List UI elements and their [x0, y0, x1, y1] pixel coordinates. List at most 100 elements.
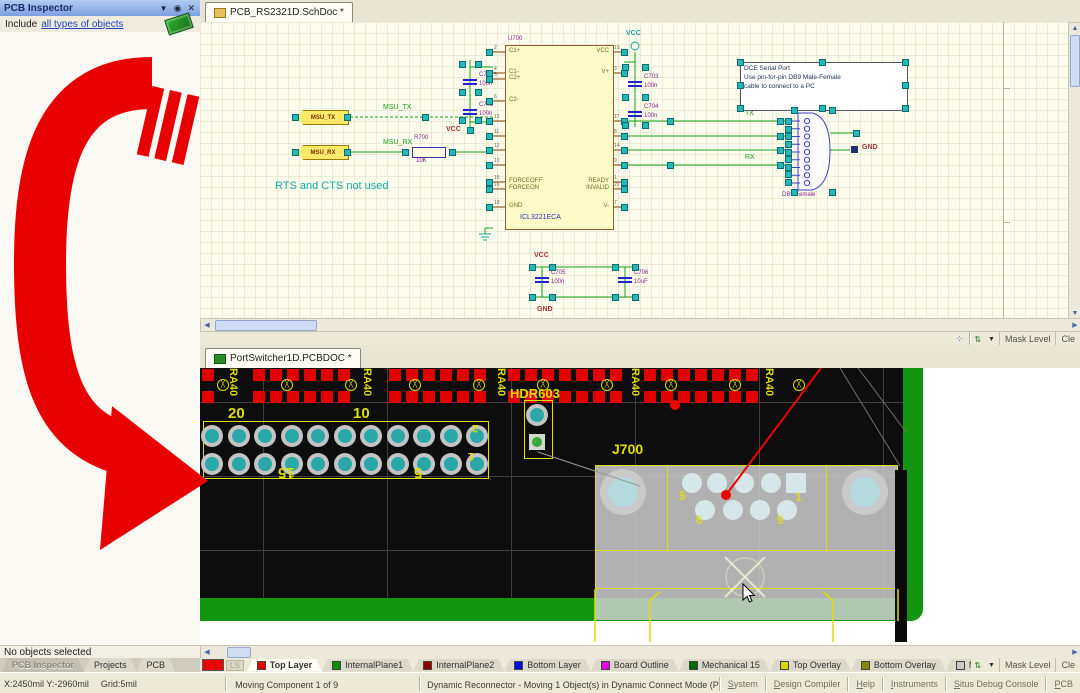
- smd-pad[interactable]: [576, 369, 588, 381]
- dropdown-icon-pcb[interactable]: ▼: [984, 662, 999, 669]
- dropdown-icon[interactable]: ▼: [984, 336, 999, 343]
- layer-tab-top-layer[interactable]: Top Layer: [247, 659, 322, 672]
- pcb-canvas[interactable]: RA40RA40RA40RA40RA40╳╳╳╳╳╳╳╳╳╳201015521H…: [200, 368, 1080, 645]
- layer-tab-multi-layer[interactable]: Multi-Layer: [946, 659, 971, 672]
- db9-pad[interactable]: [723, 500, 743, 520]
- smd-pad[interactable]: [457, 391, 469, 403]
- panel-header[interactable]: PCB Inspector ▼ ◉ ✕: [0, 0, 200, 16]
- selection-handle[interactable]: [902, 82, 909, 89]
- selection-handle[interactable]: [475, 61, 482, 68]
- smd-pad[interactable]: [678, 391, 690, 403]
- selection-handle[interactable]: [632, 264, 639, 271]
- selection-handle[interactable]: [549, 294, 556, 301]
- selection-handle[interactable]: [475, 89, 482, 96]
- selection-handle[interactable]: [791, 107, 798, 114]
- selection-handle[interactable]: [486, 76, 493, 83]
- selection-handle[interactable]: [777, 147, 784, 154]
- panel-menu-situs-debug-console[interactable]: Situs Debug Console: [947, 679, 1046, 689]
- smd-pad[interactable]: [746, 369, 758, 381]
- selection-handle[interactable]: [737, 59, 744, 66]
- smd-pad[interactable]: [712, 391, 724, 403]
- smd-pad[interactable]: [695, 391, 707, 403]
- smd-pad[interactable]: [576, 391, 588, 403]
- smd-pad[interactable]: [457, 369, 469, 381]
- mask-level-button-pcb[interactable]: Mask Level: [999, 658, 1056, 672]
- selection-handle[interactable]: [529, 264, 536, 271]
- smd-pad[interactable]: [644, 369, 656, 381]
- selection-handle[interactable]: [621, 49, 628, 56]
- tab-projects[interactable]: Projects: [84, 658, 137, 672]
- smd-pad[interactable]: [423, 369, 435, 381]
- filter-icon[interactable]: ⇅: [971, 335, 984, 344]
- mask-level-button-sch[interactable]: Mask Level: [999, 332, 1056, 346]
- selection-handle[interactable]: [785, 164, 792, 171]
- layer-tab-bottom-layer[interactable]: Bottom Layer: [504, 659, 591, 672]
- schematic-vscrollbar[interactable]: ▲▼: [1068, 22, 1080, 320]
- selection-handle[interactable]: [785, 171, 792, 178]
- smd-pad[interactable]: [270, 369, 282, 381]
- smd-pad[interactable]: [678, 369, 690, 381]
- smd-pad[interactable]: [508, 369, 520, 381]
- include-types-link[interactable]: all types of objects: [41, 19, 166, 30]
- layer-tab-top-overlay[interactable]: Top Overlay: [770, 659, 851, 672]
- smd-pad[interactable]: [474, 391, 486, 403]
- schematic-doc-tab[interactable]: PCB_RS2321D.SchDoc *: [205, 2, 353, 22]
- selection-handle[interactable]: [737, 105, 744, 112]
- smd-pad[interactable]: [610, 369, 622, 381]
- smd-pad[interactable]: [389, 369, 401, 381]
- selection-handle[interactable]: [642, 122, 649, 129]
- panel-menu-pcb[interactable]: PCB: [1047, 679, 1080, 689]
- selection-handle[interactable]: [612, 294, 619, 301]
- selection-handle[interactable]: [621, 162, 628, 169]
- selection-handle[interactable]: [829, 107, 836, 114]
- selection-handle[interactable]: [819, 59, 826, 66]
- selection-handle[interactable]: [621, 70, 628, 77]
- selection-handle[interactable]: [622, 94, 629, 101]
- panel-menu-help[interactable]: Help: [849, 679, 882, 689]
- selection-handle[interactable]: [486, 147, 493, 154]
- selection-handle[interactable]: [777, 162, 784, 169]
- layer-tab-board-outline[interactable]: Board Outline: [591, 659, 679, 672]
- capacitor-c702[interactable]: [463, 109, 477, 111]
- selection-handle[interactable]: [486, 162, 493, 169]
- tab-pcb-inspector[interactable]: PCB Inspector: [2, 658, 84, 672]
- selection-handle[interactable]: [459, 89, 466, 96]
- selection-handle[interactable]: [344, 114, 351, 121]
- current-layer-swatch[interactable]: [202, 659, 224, 671]
- smd-pad[interactable]: [440, 369, 452, 381]
- selection-handle[interactable]: [632, 294, 639, 301]
- selection-handle[interactable]: [486, 49, 493, 56]
- selection-handle[interactable]: [621, 186, 628, 193]
- selection-handle[interactable]: [642, 64, 649, 71]
- smd-pad[interactable]: [729, 391, 741, 403]
- smd-pad[interactable]: [202, 391, 214, 403]
- layer-tab-mechanical-15[interactable]: Mechanical 15: [679, 659, 770, 672]
- selection-handle[interactable]: [486, 179, 493, 186]
- smd-pad[interactable]: [440, 391, 452, 403]
- smd-pad[interactable]: [593, 391, 605, 403]
- smd-pad[interactable]: [270, 391, 282, 403]
- layer-tab-bottom-overlay[interactable]: Bottom Overlay: [851, 659, 946, 672]
- smd-pad[interactable]: [389, 391, 401, 403]
- selection-handle[interactable]: [529, 294, 536, 301]
- selection-handle[interactable]: [785, 141, 792, 148]
- selection-handle[interactable]: [829, 189, 836, 196]
- selection-handle[interactable]: [402, 149, 409, 156]
- smd-pad[interactable]: [287, 391, 299, 403]
- selection-handle[interactable]: [777, 118, 784, 125]
- db9-pad[interactable]: [750, 500, 770, 520]
- selection-handle[interactable]: [612, 264, 619, 271]
- panel-pin-icon[interactable]: ◉: [171, 3, 185, 14]
- smd-pad[interactable]: [338, 391, 350, 403]
- panel-menu-system[interactable]: System: [721, 679, 765, 689]
- capacitor-c704[interactable]: [628, 111, 642, 113]
- capacitor-c706[interactable]: [618, 277, 632, 279]
- smd-pad[interactable]: [525, 369, 537, 381]
- selection-handle[interactable]: [902, 105, 909, 112]
- selection-handle[interactable]: [622, 122, 629, 129]
- selection-handle[interactable]: [459, 61, 466, 68]
- clear-button-sch[interactable]: Cle: [1055, 332, 1080, 346]
- selection-handle[interactable]: [785, 133, 792, 140]
- pcb-doc-tab[interactable]: PortSwitcher1D.PCBDOC *: [205, 348, 361, 368]
- smd-pad[interactable]: [695, 369, 707, 381]
